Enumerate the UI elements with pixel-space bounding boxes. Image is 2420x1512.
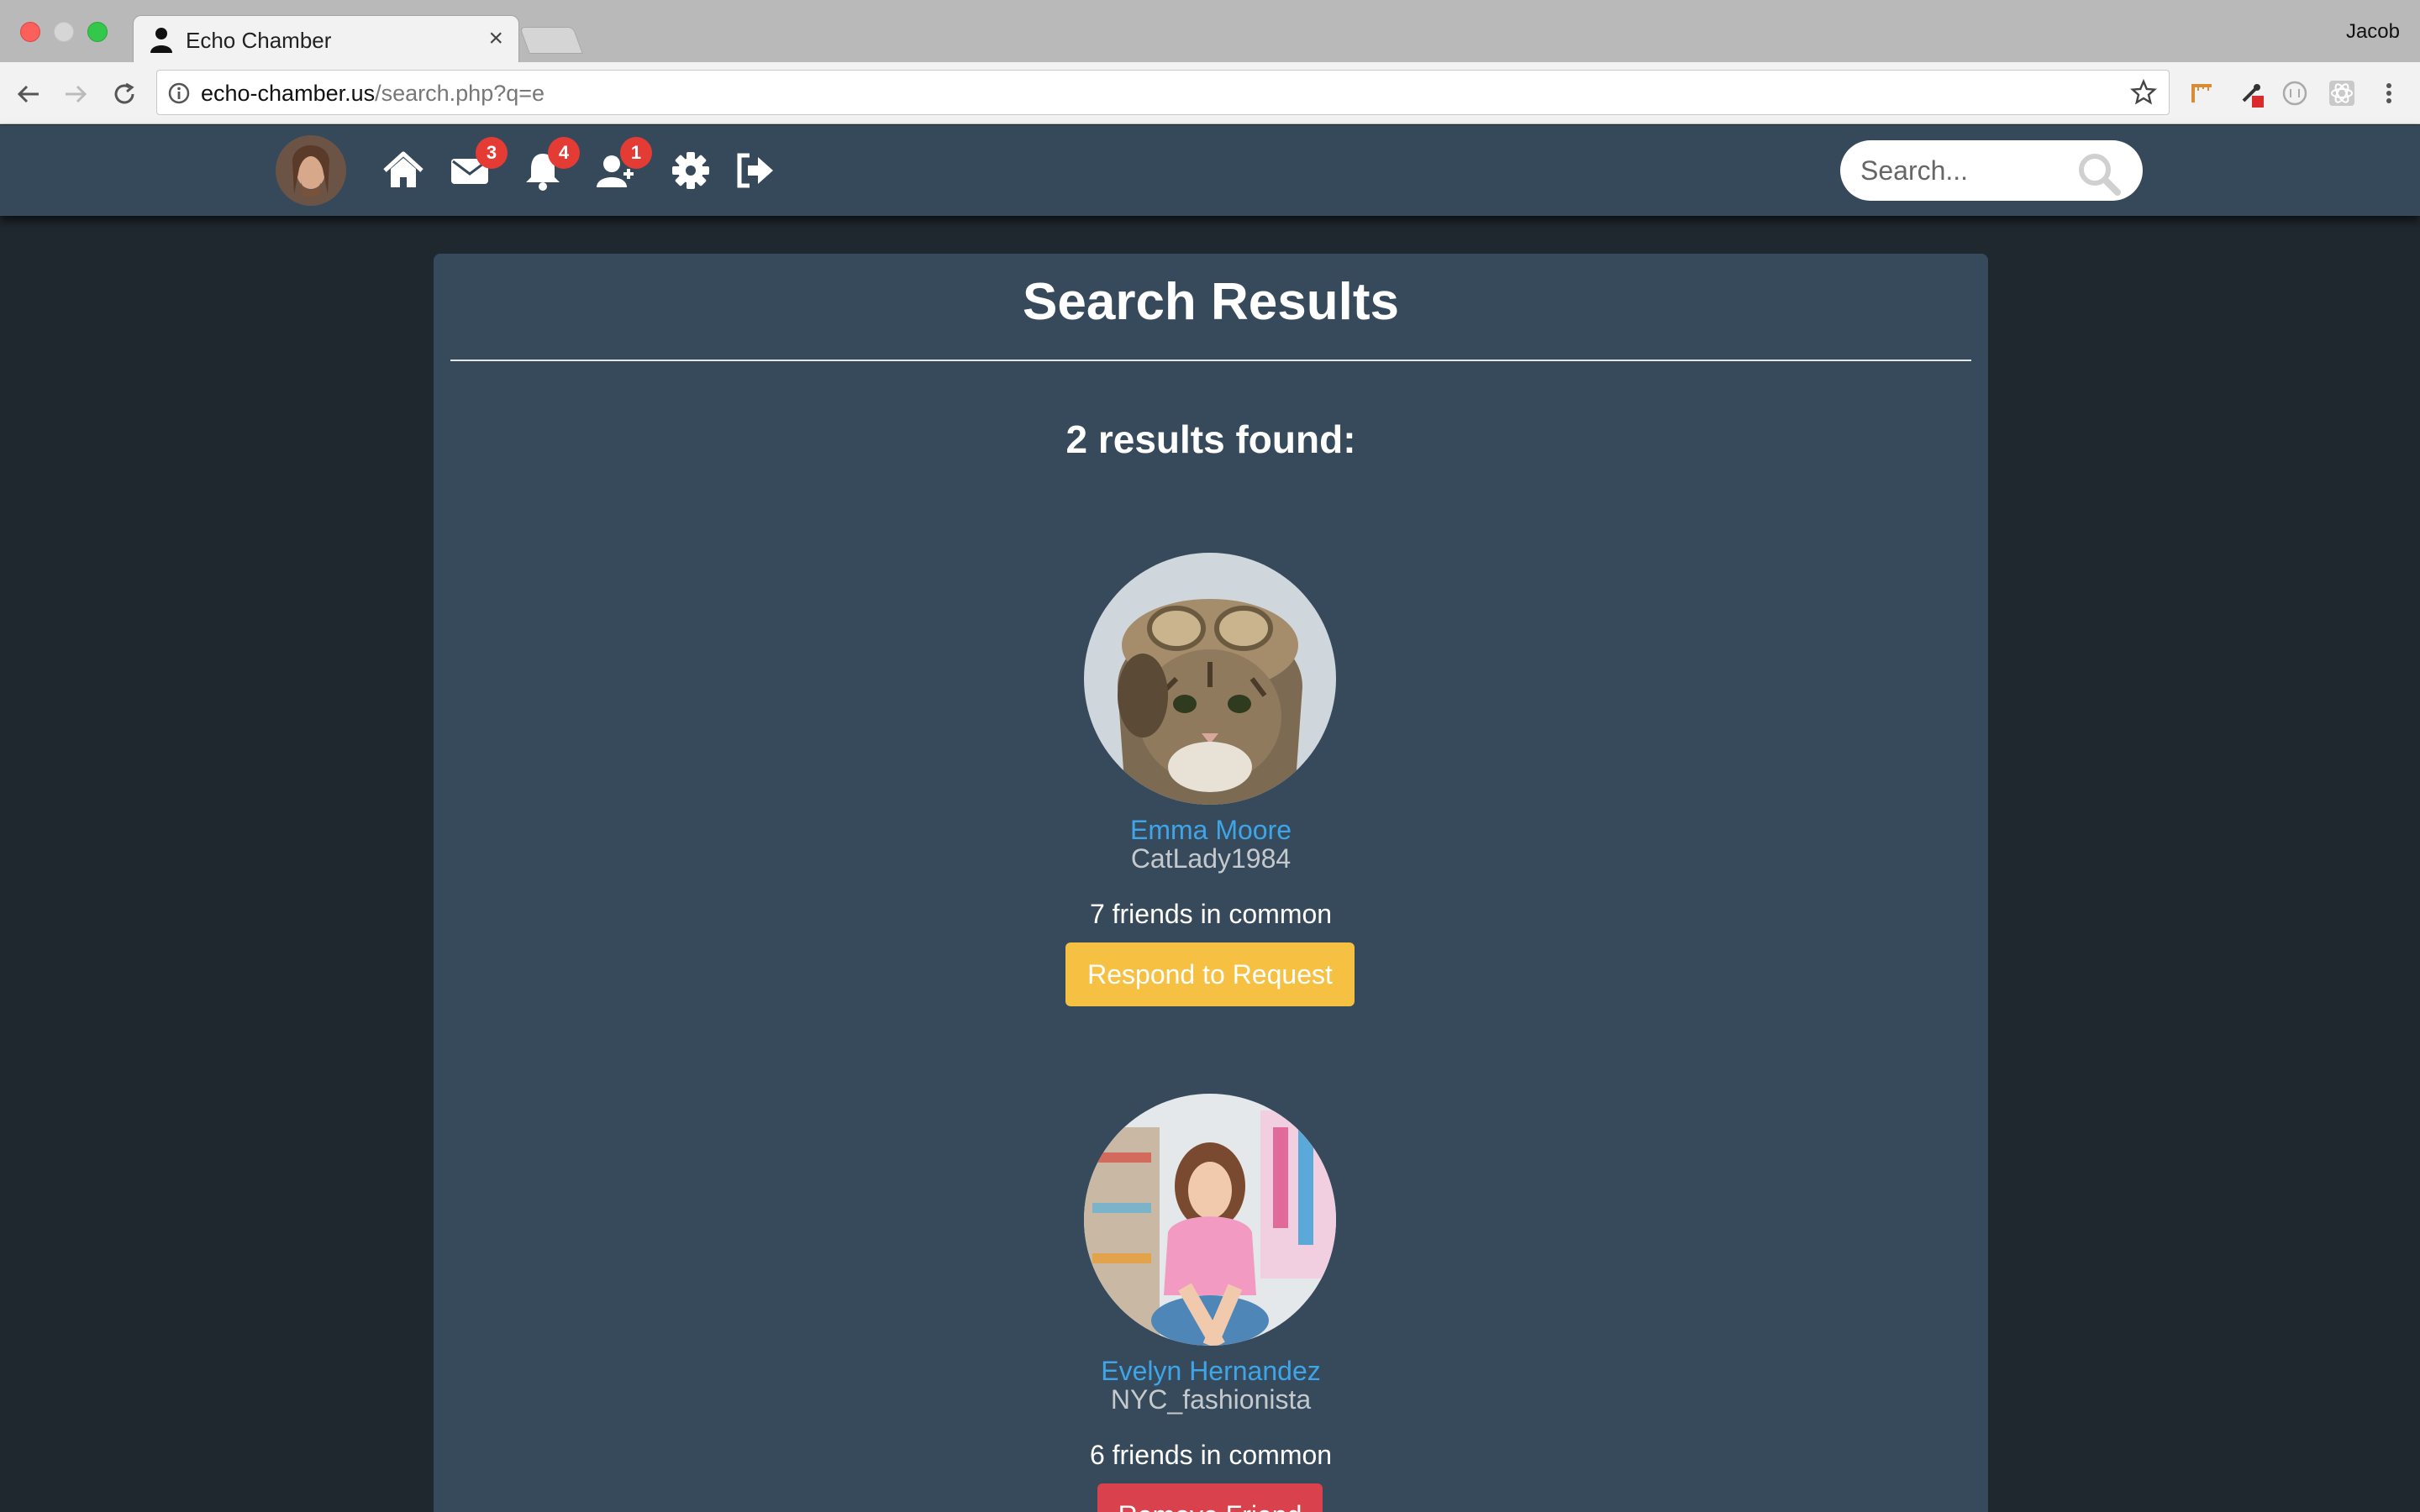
address-bar[interactable]: echo-chamber.us/search.php?q=e xyxy=(156,70,2170,115)
cat-aviator-image xyxy=(1084,553,1336,805)
result-avatar[interactable] xyxy=(1084,553,1336,805)
notifications-badge: 4 xyxy=(548,137,580,169)
result-avatar[interactable] xyxy=(1084,1094,1336,1346)
extension-circle-icon[interactable] xyxy=(2281,79,2309,108)
url-path: /search.php?q=e xyxy=(375,81,545,106)
back-button[interactable] xyxy=(12,77,45,111)
search-icon[interactable] xyxy=(2075,150,2123,197)
url-host: echo-chamber.us xyxy=(201,81,376,106)
search-input[interactable] xyxy=(1860,140,2062,201)
user-silhouette-icon xyxy=(150,28,172,53)
tab-title: Echo Chamber xyxy=(186,28,332,53)
friend-requests-badge: 1 xyxy=(620,137,652,169)
window-minimize-button[interactable] xyxy=(54,22,74,42)
result-common-friends: 6 friends in common xyxy=(1089,1440,1333,1470)
home-icon[interactable] xyxy=(380,147,427,194)
browser-profile-name[interactable]: Jacob xyxy=(2346,20,2400,44)
avatar-image xyxy=(276,135,346,206)
new-tab-button[interactable] xyxy=(519,27,583,54)
search-results-panel: Search Results 2 results found: Emma Moo… xyxy=(434,254,1988,1512)
window-maximize-button[interactable] xyxy=(87,22,108,42)
gear-icon[interactable] xyxy=(667,147,714,194)
bookmark-star-icon[interactable] xyxy=(2130,79,2157,106)
respond-to-request-button[interactable]: Respond to Request xyxy=(1065,942,1355,1006)
result-name-link[interactable]: Evelyn Hernandez xyxy=(434,1356,1988,1387)
site-navbar: 3 4 1 xyxy=(0,125,2420,216)
arrow-right-icon xyxy=(66,85,87,103)
arrow-left-icon xyxy=(17,85,39,103)
result-name-link[interactable]: Emma Moore xyxy=(434,815,1988,846)
site-search[interactable] xyxy=(1840,140,2143,201)
extension-react-icon[interactable] xyxy=(2328,79,2356,108)
woman-closet-image xyxy=(1084,1094,1336,1346)
messages-badge: 3 xyxy=(476,137,508,169)
page-title: Search Results xyxy=(1023,273,1399,331)
forward-button[interactable] xyxy=(59,77,92,111)
browser-titlebar: Echo Chamber × Jacob xyxy=(0,0,2420,64)
extension-ruler-icon[interactable] xyxy=(2188,79,2217,108)
messages-button[interactable]: 3 xyxy=(447,137,508,194)
results-count: 2 results found: xyxy=(1065,417,1356,461)
url-text[interactable]: echo-chamber.us/search.php?q=e xyxy=(201,81,544,107)
result-username: NYC_fashionista xyxy=(1110,1384,1312,1415)
result-username: CatLady1984 xyxy=(1130,843,1292,874)
notifications-button[interactable]: 4 xyxy=(519,137,580,194)
tab-close-icon[interactable]: × xyxy=(488,24,503,53)
logout-icon[interactable] xyxy=(731,147,778,194)
window-close-button[interactable] xyxy=(20,22,40,42)
title-divider xyxy=(450,360,1971,361)
friend-requests-button[interactable]: 1 xyxy=(592,137,652,194)
info-icon[interactable] xyxy=(167,81,191,105)
extension-eyedropper-icon[interactable] xyxy=(2237,79,2265,108)
remove-friend-button[interactable]: Remove Friend xyxy=(1097,1483,1323,1512)
result-common-friends: 7 friends in common xyxy=(1089,899,1333,929)
browser-menu-icon[interactable] xyxy=(2375,79,2403,108)
browser-tab-active[interactable]: Echo Chamber × xyxy=(133,15,519,64)
current-user-avatar[interactable] xyxy=(276,135,346,206)
browser-toolbar: echo-chamber.us/search.php?q=e xyxy=(0,62,2420,124)
reload-button[interactable] xyxy=(108,77,141,111)
reload-icon xyxy=(114,82,134,104)
